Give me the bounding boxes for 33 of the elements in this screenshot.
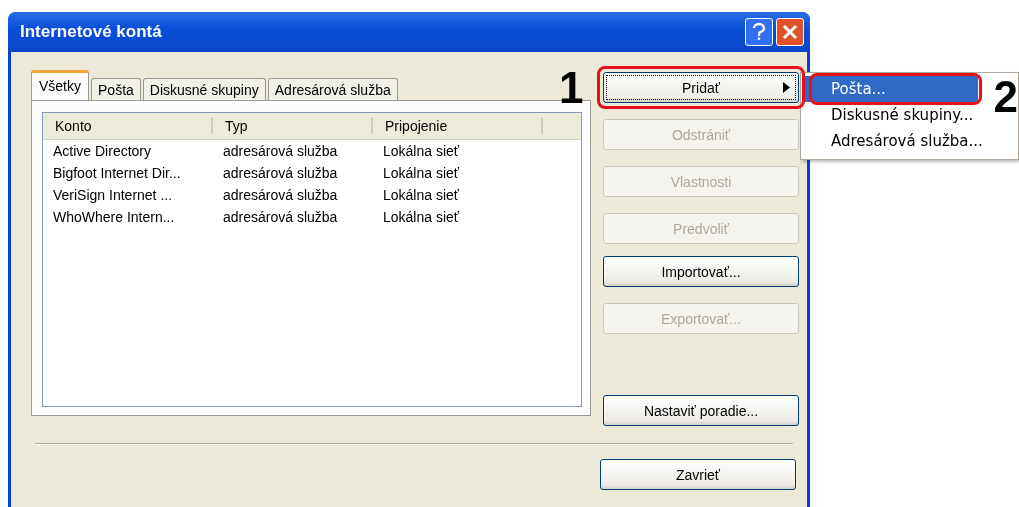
- column-header[interactable]: Typ: [213, 118, 373, 134]
- column-header[interactable]: Konto: [43, 118, 213, 134]
- table-cell-text: adresárová služba: [222, 165, 339, 181]
- tab[interactable]: Pošta: [91, 78, 141, 100]
- close-button[interactable]: [776, 18, 804, 46]
- close-dialog-button[interactable]: Zavrieť: [600, 459, 796, 490]
- table-cell-text: WhoWhere Intern...: [52, 209, 176, 225]
- table-cell-text: adresárová služba: [222, 187, 339, 203]
- table-cell-text: Lokálna sieť: [382, 165, 461, 181]
- table-cell-text: adresárová služba: [222, 143, 339, 159]
- tab[interactable]: Adresárová služba: [267, 78, 398, 100]
- action-button[interactable]: Nastaviť poradie...: [603, 395, 799, 426]
- action-button[interactable]: Importovať...: [603, 256, 799, 287]
- menu-item[interactable]: Pošta...: [803, 76, 978, 102]
- window-title: Internetové kontá: [20, 22, 163, 42]
- submenu-arrow-icon: [783, 82, 790, 93]
- table-cell-text: Bigfoot Internet Dir...: [52, 165, 182, 181]
- table-cell-text: VeriSign Internet ...: [52, 187, 174, 203]
- step-number: 2: [993, 75, 1018, 119]
- action-button[interactable]: Pridať: [603, 72, 799, 103]
- table-cell-text: adresárová služba: [222, 209, 339, 225]
- table-cell-text: Active Directory: [52, 143, 153, 159]
- tab[interactable]: Diskusné skupiny: [142, 78, 266, 100]
- table-cell-text: Lokálna sieť: [382, 209, 461, 225]
- close-icon: [782, 24, 798, 40]
- tab[interactable]: Všetky: [31, 70, 89, 100]
- table-cell-text: Lokálna sieť: [382, 187, 461, 203]
- help-button[interactable]: [745, 18, 773, 46]
- help-icon: [752, 23, 766, 41]
- table-cell-text: Lokálna sieť: [382, 143, 461, 159]
- step-number: 1: [559, 66, 584, 110]
- menu-item[interactable]: Adresárová služba...: [803, 128, 1016, 154]
- column-header[interactable]: Pripojenie: [373, 118, 543, 134]
